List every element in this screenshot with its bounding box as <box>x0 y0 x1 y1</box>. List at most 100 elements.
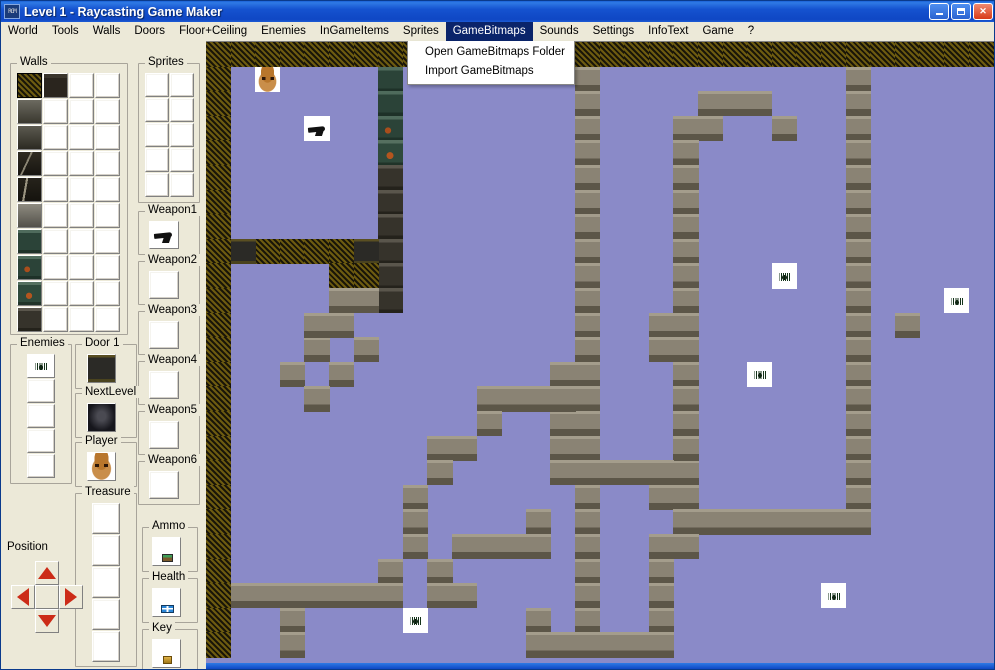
sprite-slot[interactable] <box>170 173 194 197</box>
map-wall-tile[interactable] <box>525 509 551 535</box>
wall-slot[interactable] <box>69 307 94 332</box>
menu-item-walls[interactable]: Walls <box>86 22 128 41</box>
map-wall-tile[interactable] <box>279 238 305 264</box>
map-wall-tile[interactable] <box>894 42 920 68</box>
map-wall-tile[interactable] <box>206 583 232 609</box>
map-wall-tile[interactable] <box>821 42 847 68</box>
treasure-slot[interactable] <box>92 503 120 534</box>
wall-slot[interactable] <box>43 151 68 176</box>
map-wall-tile[interactable] <box>304 238 330 264</box>
map-wall-tile[interactable] <box>575 42 601 68</box>
map-wall-tile[interactable] <box>796 509 822 535</box>
map-wall-tile[interactable] <box>575 337 601 363</box>
map-wall-tile[interactable] <box>206 214 232 240</box>
map-wall-tile[interactable] <box>944 42 970 68</box>
map-wall-tile[interactable] <box>575 386 601 412</box>
wall-slot[interactable] <box>17 73 42 98</box>
wall-slot[interactable] <box>17 203 42 228</box>
map-wall-tile[interactable] <box>648 484 674 510</box>
map-wall-tile[interactable] <box>673 189 699 215</box>
treasure-slot[interactable] <box>92 631 120 662</box>
map-wall-tile[interactable] <box>206 42 232 68</box>
map-wall-tile[interactable] <box>206 140 232 166</box>
map-wall-tile[interactable] <box>353 583 379 609</box>
health-slot[interactable] <box>152 588 181 617</box>
map-wall-tile[interactable] <box>845 361 871 387</box>
map-wall-tile[interactable] <box>575 165 601 191</box>
map-wall-tile[interactable] <box>206 189 232 215</box>
map-wall-tile[interactable] <box>206 263 232 289</box>
ammo-slot[interactable] <box>152 537 181 566</box>
weapon4-slot[interactable] <box>149 371 179 399</box>
wall-slot[interactable] <box>95 151 120 176</box>
wall-slot[interactable] <box>69 281 94 306</box>
menu-item-ingameitems[interactable]: InGameItems <box>313 22 396 41</box>
map-wall-tile[interactable] <box>230 583 256 609</box>
map-wall-tile[interactable] <box>279 42 305 68</box>
map-wall-tile[interactable] <box>206 558 232 584</box>
map-wall-tile[interactable] <box>673 435 699 461</box>
map-wall-tile[interactable] <box>673 214 699 240</box>
wall-slot[interactable] <box>95 203 120 228</box>
treasure-slot[interactable] <box>92 567 120 598</box>
position-center[interactable] <box>35 585 59 609</box>
map-wall-tile[interactable] <box>845 140 871 166</box>
sprite-slot[interactable] <box>145 173 169 197</box>
map-wall-tile[interactable] <box>378 558 404 584</box>
map-wall-tile[interactable] <box>845 263 871 289</box>
sprite-slot[interactable] <box>145 123 169 147</box>
wall-slot[interactable] <box>69 177 94 202</box>
map-wall-tile[interactable] <box>353 337 379 363</box>
map-player-start[interactable] <box>255 66 281 92</box>
map-wall-tile[interactable] <box>845 91 871 117</box>
enemy-slot[interactable] <box>27 379 55 403</box>
wall-slot[interactable] <box>95 177 120 202</box>
map-wall-tile[interactable] <box>624 460 650 486</box>
wall-slot[interactable] <box>17 307 42 332</box>
map-wall-tile[interactable] <box>698 115 724 141</box>
map-wall-tile[interactable] <box>353 42 379 68</box>
map-wall-tile[interactable] <box>329 238 355 264</box>
map-wall-tile[interactable] <box>575 140 601 166</box>
map-wall-tile[interactable] <box>230 42 256 68</box>
nextlevel-slot[interactable] <box>87 403 116 432</box>
map-wall-tile[interactable] <box>845 312 871 338</box>
map-wall-tile[interactable] <box>698 91 724 117</box>
map-wall-tile[interactable] <box>575 288 601 314</box>
map-wall-tile[interactable] <box>550 632 576 658</box>
map-wall-tile[interactable] <box>673 411 699 437</box>
map-wall-tile[interactable] <box>378 214 404 240</box>
map-wall-tile[interactable] <box>575 583 601 609</box>
map-wall-tile[interactable] <box>206 435 232 461</box>
wall-slot[interactable] <box>43 99 68 124</box>
map-wall-tile[interactable] <box>329 42 355 68</box>
map-wall-tile[interactable] <box>476 534 502 560</box>
level-map-canvas[interactable] <box>206 41 994 669</box>
wall-slot[interactable] <box>69 151 94 176</box>
map-wall-tile[interactable] <box>378 189 404 215</box>
map-wall-tile[interactable] <box>845 460 871 486</box>
sprite-slot[interactable] <box>145 148 169 172</box>
menu-item-floor-ceiling[interactable]: Floor+Ceiling <box>172 22 254 41</box>
map-wall-tile[interactable] <box>673 165 699 191</box>
map-wall-tile[interactable] <box>575 534 601 560</box>
wall-slot[interactable] <box>69 203 94 228</box>
map-wall-tile[interactable] <box>525 607 551 633</box>
map-wall-tile[interactable] <box>624 42 650 68</box>
map-wall-tile[interactable] <box>575 484 601 510</box>
position-right-button[interactable] <box>59 585 83 609</box>
wall-slot[interactable] <box>95 229 120 254</box>
sprite-slot[interactable] <box>170 98 194 122</box>
map-wall-tile[interactable] <box>206 238 232 264</box>
map-wall-tile[interactable] <box>648 337 674 363</box>
map-wall-tile[interactable] <box>255 583 281 609</box>
map-wall-tile[interactable] <box>575 435 601 461</box>
position-up-button[interactable] <box>35 561 59 585</box>
map-wall-tile[interactable] <box>378 583 404 609</box>
wall-slot[interactable] <box>95 307 120 332</box>
map-wall-tile[interactable] <box>648 534 674 560</box>
map-wall-tile[interactable] <box>575 238 601 264</box>
sprite-slot[interactable] <box>170 123 194 147</box>
map-wall-tile[interactable] <box>870 42 896 68</box>
wall-slot[interactable] <box>43 281 68 306</box>
